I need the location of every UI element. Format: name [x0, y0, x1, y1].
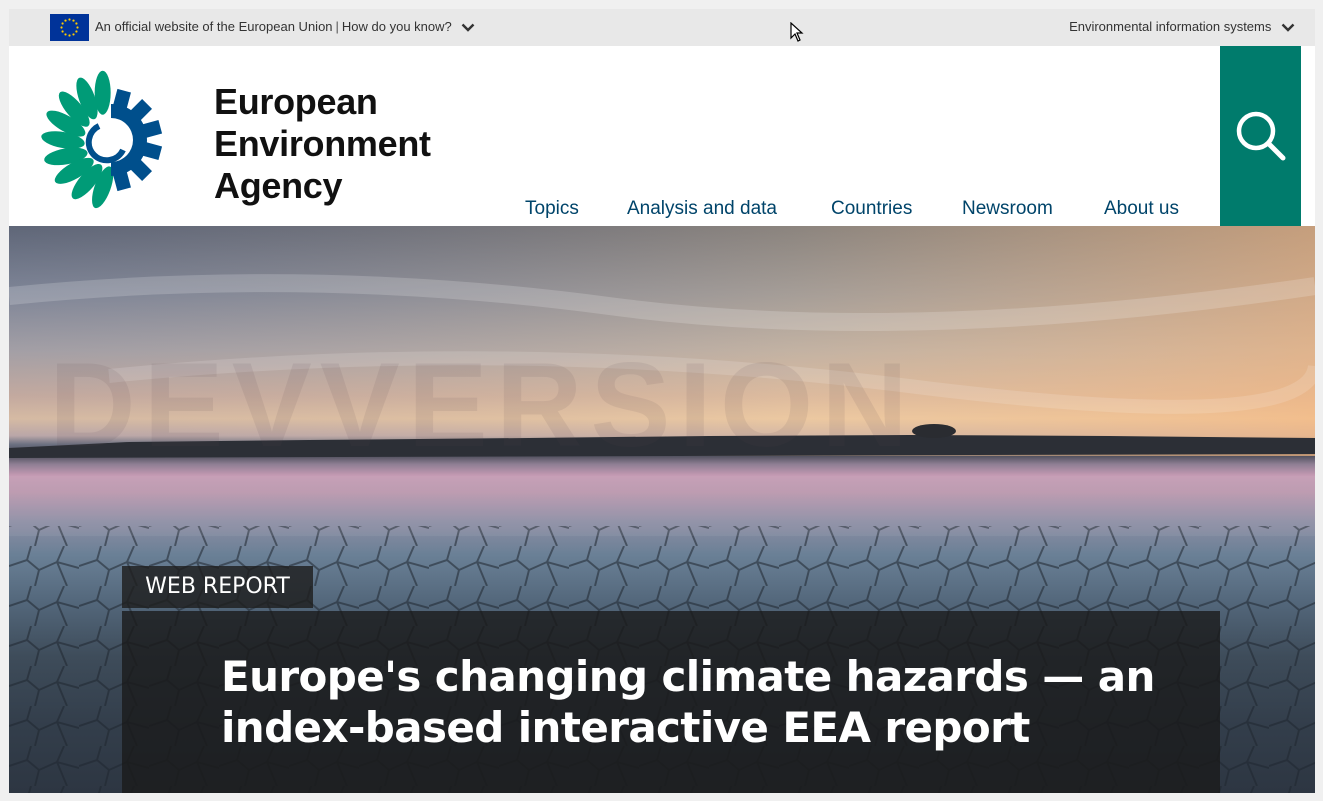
- hero-title[interactable]: Europe's changing climate hazards — an i…: [221, 651, 1181, 753]
- eu-flag-icon: [50, 14, 89, 41]
- main-navigation: Topics Analysis and data Countries Newsr…: [9, 198, 1315, 226]
- search-button[interactable]: [1220, 46, 1301, 226]
- environmental-systems-label: Environmental information systems: [1069, 19, 1272, 34]
- official-text: An official website of the European Unio…: [95, 19, 333, 34]
- nav-countries[interactable]: Countries: [831, 198, 912, 220]
- chevron-down-icon[interactable]: [461, 20, 475, 35]
- hero-banner[interactable]: DEVVERSION WEB REPORT Europe's changing …: [9, 226, 1315, 793]
- nav-about-us[interactable]: About us: [1104, 198, 1179, 220]
- browser-viewport: An official website of the European Unio…: [9, 9, 1315, 793]
- site-header: European Environment Agency Topics Analy…: [9, 46, 1315, 226]
- chevron-down-icon[interactable]: [1281, 20, 1295, 35]
- how-do-you-know-link[interactable]: How do you know?: [342, 19, 452, 34]
- brand-line-2: Environment: [214, 123, 431, 164]
- brand-line-1: European: [214, 81, 378, 122]
- search-icon: [1236, 111, 1286, 161]
- content-type-tag: WEB REPORT: [122, 566, 313, 608]
- mouse-cursor-icon: [790, 22, 804, 42]
- nav-topics[interactable]: Topics: [525, 198, 579, 220]
- eu-official-bar: An official website of the European Unio…: [9, 9, 1315, 46]
- environmental-systems-dropdown[interactable]: Environmental information systems: [1069, 19, 1295, 35]
- nav-analysis-and-data[interactable]: Analysis and data: [627, 198, 777, 220]
- eea-logo-icon[interactable]: [39, 66, 179, 214]
- nav-newsroom[interactable]: Newsroom: [962, 198, 1053, 220]
- official-eu-notice[interactable]: An official website of the European Unio…: [95, 19, 475, 35]
- watermark-text: DEVVERSION: [49, 338, 916, 472]
- hero-title-box[interactable]: Europe's changing climate hazards — an i…: [122, 611, 1220, 793]
- site-brand-name[interactable]: European Environment Agency: [214, 81, 431, 207]
